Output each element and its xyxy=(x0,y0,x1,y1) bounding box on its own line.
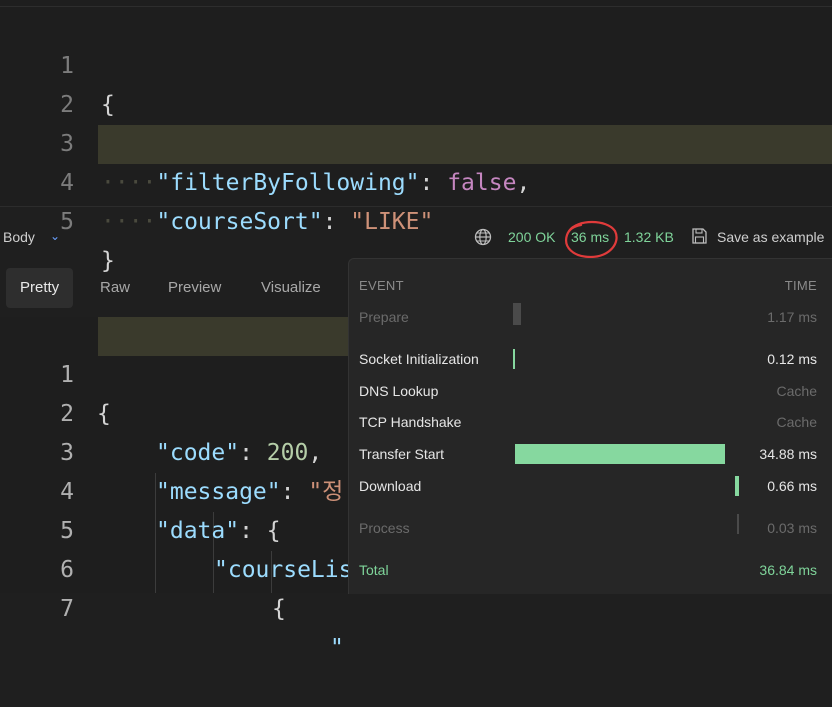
event-column-header: EVENT xyxy=(359,278,404,293)
timing-bar xyxy=(737,514,739,534)
timing-bar xyxy=(735,476,739,496)
time-column-header: TIME xyxy=(784,278,817,293)
timing-value: 0.12 ms xyxy=(767,351,817,367)
timing-value: 0.03 ms xyxy=(767,520,817,536)
tab-pretty[interactable]: Pretty xyxy=(6,268,74,308)
timing-value: 1.17 ms xyxy=(767,309,817,325)
request-line-4[interactable]: 4 ····"courseSort": "LIKE" xyxy=(0,125,832,235)
request-line-1[interactable]: 1 { xyxy=(0,8,832,118)
annotation-circle xyxy=(565,220,618,259)
timing-row-transfer-start: Transfer Start 34.88 ms xyxy=(349,440,832,468)
save-icon[interactable] xyxy=(690,227,708,245)
timing-label: Socket Initialization xyxy=(359,351,479,367)
timing-label: Transfer Start xyxy=(359,446,445,462)
timing-row-download: Download 0.66 ms xyxy=(349,472,832,500)
tab-preview[interactable]: Preview xyxy=(154,268,235,308)
timing-bar xyxy=(513,349,515,369)
request-line-5[interactable]: 5 } xyxy=(0,164,832,274)
editor-divider xyxy=(0,6,832,7)
json-key: " xyxy=(330,635,344,661)
timing-label: Prepare xyxy=(359,309,409,325)
timing-value: Cache xyxy=(776,414,817,430)
timing-bar xyxy=(513,303,521,325)
tab-raw[interactable]: Raw xyxy=(86,268,144,308)
tab-visualize[interactable]: Visualize xyxy=(247,268,335,308)
response-status-bar: Body ⌄ 200 OK 36 ms 1.32 KB Save as exam… xyxy=(0,217,832,259)
timing-value: 34.88 ms xyxy=(759,446,817,462)
line-number: 7 xyxy=(60,596,74,622)
request-line-3[interactable]: 3 ····"filterByFollowing": false, xyxy=(0,86,832,196)
response-size[interactable]: 1.32 KB xyxy=(624,229,674,245)
timing-label: DNS Lookup xyxy=(359,383,439,399)
timing-label: Download xyxy=(359,478,422,494)
timing-row-dns-lookup: DNS Lookup Cache xyxy=(349,377,832,405)
globe-icon[interactable] xyxy=(474,228,492,246)
timing-row-tcp-handshake: TCP Handshake Cache xyxy=(349,408,832,436)
save-as-example-button[interactable]: Save as example xyxy=(717,229,824,245)
timing-total-value: 36.84 ms xyxy=(759,562,817,578)
request-line-2[interactable]: 2 ····"filterByCityName": "", xyxy=(0,47,832,157)
request-body-editor[interactable]: 1 { 2 ····"filterByCityName": "", 3 ····… xyxy=(0,0,832,274)
open-brace: { xyxy=(272,596,286,622)
status-code[interactable]: 200 OK xyxy=(508,229,555,245)
timing-row-process: Process 0.03 ms xyxy=(349,514,832,542)
timing-value: 0.66 ms xyxy=(767,478,817,494)
timing-bar xyxy=(515,444,725,464)
response-time-popover: EVENT TIME Prepare 1.17 ms Socket Initia… xyxy=(348,258,832,594)
timing-total-label: Total xyxy=(359,562,389,578)
timing-value: Cache xyxy=(776,383,817,399)
timing-label: Process xyxy=(359,520,410,536)
chevron-down-icon[interactable]: ⌄ xyxy=(50,229,60,243)
timing-row-socket-initialization: Socket Initialization 0.12 ms xyxy=(349,345,832,373)
timing-row-total: Total 36.84 ms xyxy=(349,556,832,584)
timing-row-prepare: Prepare 1.17 ms xyxy=(349,303,832,331)
timing-label: TCP Handshake xyxy=(359,414,462,430)
body-dropdown-label[interactable]: Body xyxy=(3,229,35,245)
